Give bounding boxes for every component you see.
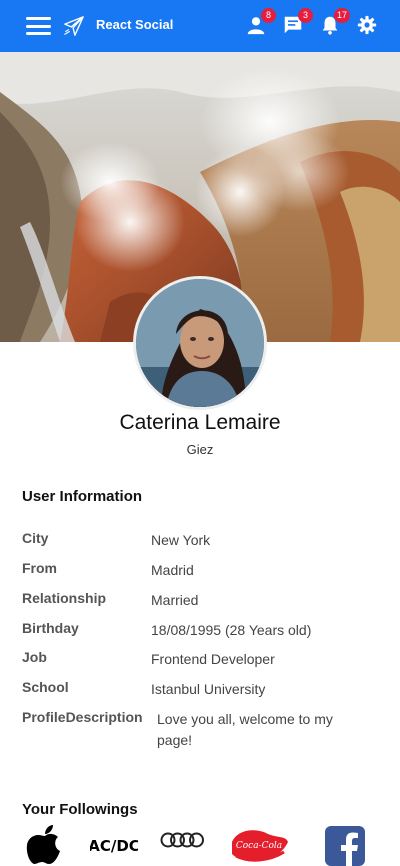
profile-subtitle: Giez (186, 442, 214, 457)
paper-plane-icon[interactable] (63, 15, 85, 37)
info-row-from: From Madrid (22, 560, 382, 581)
hamburger-menu-icon[interactable] (26, 17, 51, 35)
profile-name: Caterina Lemaire (119, 411, 281, 434)
audi-logo-icon[interactable] (160, 830, 204, 850)
info-row-birthday: Birthday 18/08/1995 (28 Years old) (22, 620, 382, 641)
info-key: School (22, 679, 69, 695)
info-key: City (22, 530, 49, 546)
acdc-logo-text: AC/DC (90, 837, 138, 855)
info-value: Madrid (151, 562, 194, 578)
notifications-button[interactable]: 17 (319, 8, 350, 36)
info-row-job: Job Frontend Developer (22, 649, 382, 670)
info-row-city: City New York (22, 530, 382, 551)
coca-cola-logo-text: Coca-Cola (236, 841, 282, 851)
profile-avatar[interactable] (133, 276, 267, 410)
messages-button[interactable]: 3 (282, 8, 313, 36)
acdc-logo-icon[interactable]: AC/DC (90, 834, 138, 856)
friend-requests-button[interactable]: 8 (245, 8, 276, 36)
gear-icon (357, 15, 377, 35)
info-row-relationship: Relationship Married (22, 590, 382, 611)
facebook-logo-icon[interactable] (325, 826, 365, 866)
info-key: Job (22, 649, 47, 665)
info-value: 18/08/1995 (28 Years old) (151, 622, 312, 638)
info-key: From (22, 560, 57, 576)
info-value: Istanbul University (151, 681, 266, 697)
info-key: Relationship (22, 590, 107, 606)
info-value: Love you all, welcome to my page! (157, 711, 333, 748)
friend-requests-badge: 8 (261, 8, 276, 23)
info-value: Frontend Developer (151, 651, 275, 667)
info-value: New York (151, 532, 211, 548)
user-information-title: User Information (22, 488, 143, 505)
coca-cola-logo-icon[interactable]: Coca-Cola (228, 826, 290, 866)
info-key: Birthday (22, 620, 79, 636)
info-row-profile-description: ProfileDescription Love you all, welcome… (22, 709, 382, 751)
info-key: ProfileDescription (22, 709, 143, 725)
brand-name[interactable]: React Social (96, 17, 173, 32)
top-navbar: React Social 8 3 17 (0, 0, 400, 52)
info-value: Married (151, 592, 199, 608)
followings-list: AC/DC Coca-Cola (0, 822, 400, 866)
messages-badge: 3 (298, 8, 313, 23)
settings-button[interactable] (356, 14, 378, 36)
followings-title: Your Followings (22, 801, 138, 818)
apple-logo-icon[interactable] (26, 824, 64, 866)
notifications-badge: 17 (333, 8, 350, 23)
info-row-school: School Istanbul University (22, 679, 382, 700)
